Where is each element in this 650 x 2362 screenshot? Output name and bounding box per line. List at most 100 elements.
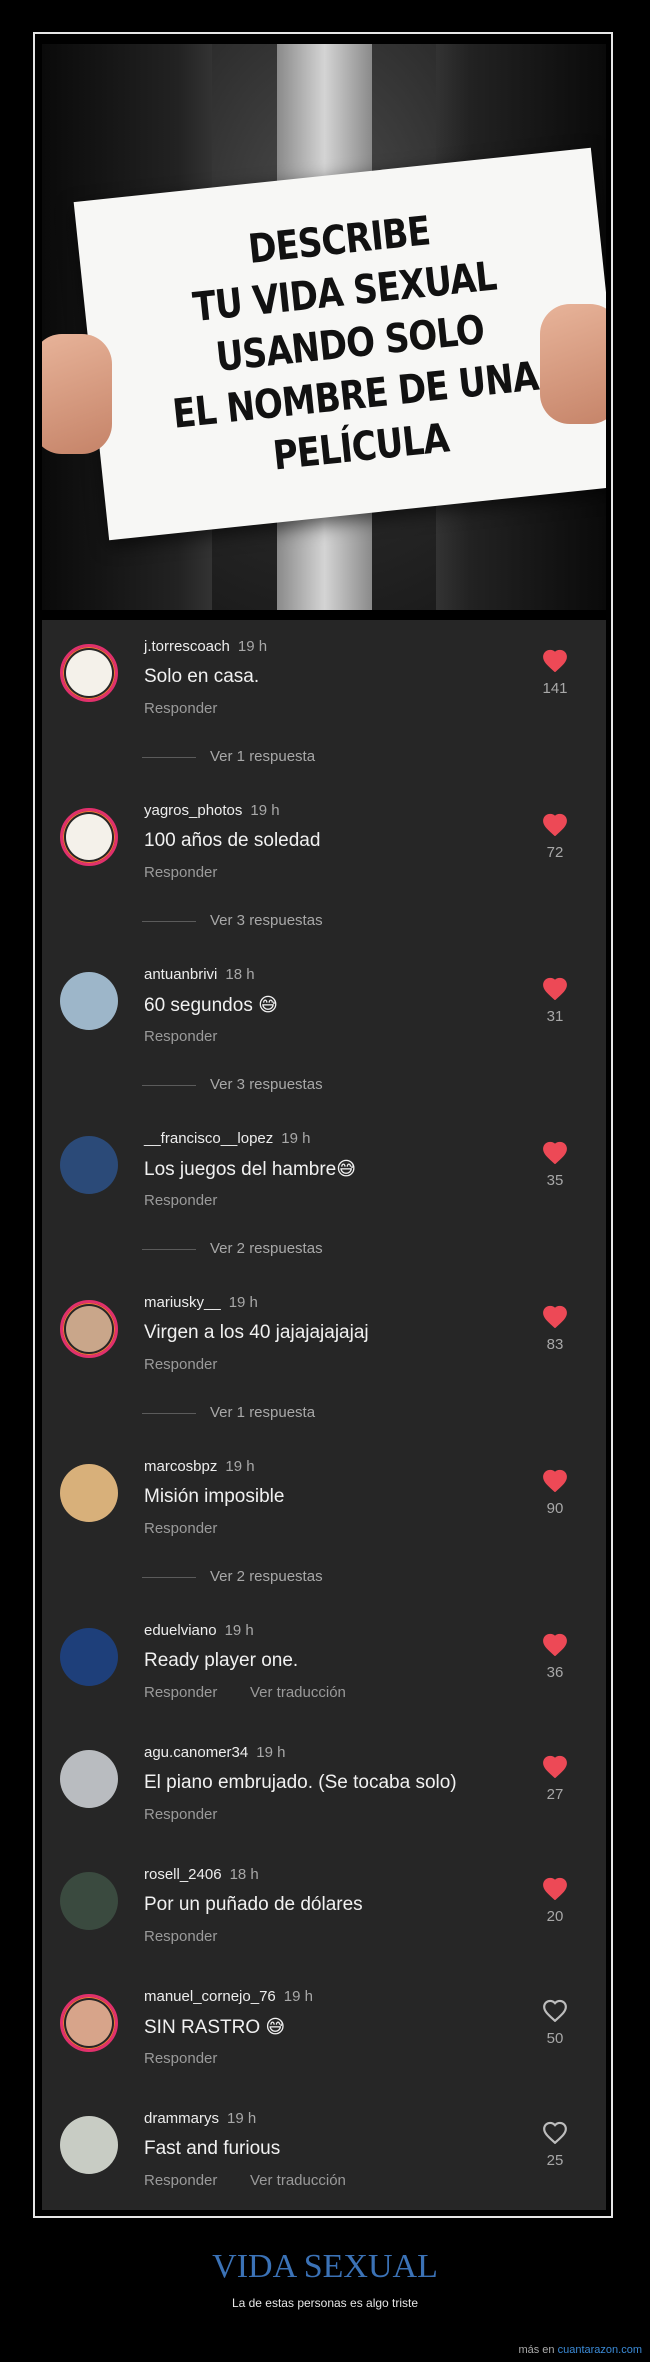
username[interactable]: yagros_photos (144, 802, 242, 819)
heart-outline-icon[interactable] (542, 1998, 568, 2022)
translate-link[interactable]: Ver traducción (250, 2172, 346, 2189)
translate-link[interactable]: Ver traducción (250, 1684, 346, 1701)
comment-item: manuel_cornejo_76 19 h SIN RASTRO 😅 Respo… (42, 1988, 606, 2098)
like-control[interactable]: 35 (530, 1140, 580, 1189)
comment-time: 19 h (225, 1458, 255, 1475)
view-replies[interactable]: Ver 1 respuesta (142, 748, 315, 765)
comment-text: Fast and furious (144, 2138, 281, 2159)
comment-time: 19 h (283, 1988, 313, 2005)
like-control[interactable]: 31 (530, 976, 580, 1025)
username[interactable]: drammarys (144, 2110, 219, 2127)
avatar[interactable] (60, 1300, 118, 1358)
view-replies[interactable]: Ver 2 respuestas (142, 1240, 323, 1257)
avatar[interactable] (60, 644, 118, 702)
view-replies-label[interactable]: Ver 2 respuestas (210, 1240, 323, 1257)
username[interactable]: mariusky__ (144, 1294, 221, 1311)
source-footer: más en cuantarazon.com (518, 2344, 642, 2356)
avatar-image (60, 972, 118, 1030)
comment-text: El piano embrujado. (Se tocaba solo) (144, 1772, 457, 1793)
avatar[interactable] (60, 1750, 118, 1808)
post-subtitle: La de estas personas es algo triste (231, 2296, 419, 2310)
reply-link[interactable]: Responder (144, 1806, 217, 1823)
comment-item: agu.canomer34 19 h El piano embrujado. (S… (42, 1744, 606, 1854)
source-prefix: más en (518, 2344, 555, 2356)
view-replies-label[interactable]: Ver 1 respuesta (210, 748, 315, 765)
view-replies[interactable]: Ver 3 respuestas (142, 1076, 323, 1093)
like-control[interactable]: 25 (530, 2120, 580, 2169)
like-control[interactable]: 20 (530, 1876, 580, 1925)
reply-link[interactable]: Responder (144, 1684, 217, 1701)
heart-filled-icon[interactable] (542, 1754, 568, 1778)
heart-filled-icon[interactable] (542, 1876, 568, 1900)
reply-link[interactable]: Responder (144, 2050, 217, 2067)
avatar[interactable] (60, 1136, 118, 1194)
comment-text: 60 segundos 😅 (144, 995, 278, 1016)
heart-filled-icon[interactable] (542, 648, 568, 672)
heart-filled-icon[interactable] (542, 1304, 568, 1328)
heart-filled-icon[interactable] (542, 976, 568, 1000)
view-replies-label[interactable]: Ver 3 respuestas (210, 1076, 323, 1093)
comment-text: Solo en casa. (144, 666, 260, 687)
username[interactable]: agu.canomer34 (144, 1744, 248, 1761)
like-count: 27 (546, 1786, 564, 1803)
avatar[interactable] (60, 1872, 118, 1930)
comment-text: Virgen a los 40 jajajajajajaj (144, 1322, 369, 1343)
reply-link[interactable]: Responder (144, 1192, 217, 1209)
replies-divider (142, 920, 196, 922)
post-title[interactable]: VIDA SEXUAL (0, 2248, 650, 2286)
source-link[interactable]: cuantarazon.com (558, 2344, 642, 2356)
like-control[interactable]: 141 (530, 648, 580, 697)
like-count: 83 (546, 1336, 564, 1353)
view-replies-label[interactable]: Ver 2 respuestas (210, 1568, 323, 1585)
like-control[interactable]: 50 (530, 1998, 580, 2047)
username[interactable]: manuel_cornejo_76 (144, 1988, 276, 2005)
heart-outline-icon[interactable] (542, 2120, 568, 2144)
comment-meta: eduelviano 19 h (144, 1622, 254, 1639)
avatar-image (60, 1136, 118, 1194)
reply-link[interactable]: Responder (144, 1356, 217, 1373)
reply-link[interactable]: Responder (144, 1028, 217, 1045)
reply-link[interactable]: Responder (144, 2172, 217, 2189)
view-replies[interactable]: Ver 2 respuestas (142, 1568, 323, 1585)
username[interactable]: antuanbrivi (144, 966, 217, 983)
username[interactable]: j.torrescoach (144, 638, 230, 655)
heart-filled-icon[interactable] (542, 1632, 568, 1656)
comment-time: 18 h (225, 966, 255, 983)
comment-meta: yagros_photos 19 h (144, 802, 280, 819)
avatar-image (60, 1872, 118, 1930)
heart-filled-icon[interactable] (542, 1140, 568, 1164)
like-count: 25 (546, 2152, 564, 2169)
avatar[interactable] (60, 2116, 118, 2174)
view-replies-label[interactable]: Ver 1 respuesta (210, 1404, 315, 1421)
avatar[interactable] (60, 972, 118, 1030)
username[interactable]: rosell_2406 (144, 1866, 222, 1883)
like-control[interactable]: 36 (530, 1632, 580, 1681)
avatar[interactable] (60, 1628, 118, 1686)
comment-time: 19 h (250, 802, 280, 819)
username[interactable]: marcosbpz (144, 1458, 217, 1475)
like-control[interactable]: 83 (530, 1304, 580, 1353)
comment-meta: marcosbpz 19 h (144, 1458, 255, 1475)
avatar[interactable] (60, 1994, 118, 2052)
like-control[interactable]: 27 (530, 1754, 580, 1803)
like-control[interactable]: 90 (530, 1468, 580, 1517)
reply-link[interactable]: Responder (144, 1928, 217, 1945)
comment-text: Ready player one. (144, 1650, 299, 1671)
view-replies[interactable]: Ver 1 respuesta (142, 1404, 315, 1421)
avatar[interactable] (60, 1464, 118, 1522)
username[interactable]: __francisco__lopez (144, 1130, 273, 1147)
reply-link[interactable]: Responder (144, 864, 217, 881)
comment-item: yagros_photos 19 h 100 años de soledad Re… (42, 802, 606, 929)
username[interactable]: eduelviano (144, 1622, 217, 1639)
heart-filled-icon[interactable] (542, 1468, 568, 1492)
like-count: 141 (542, 680, 568, 697)
view-replies-label[interactable]: Ver 3 respuestas (210, 912, 323, 929)
avatar[interactable] (60, 808, 118, 866)
like-control[interactable]: 72 (530, 812, 580, 861)
reply-link[interactable]: Responder (144, 700, 217, 717)
view-replies[interactable]: Ver 3 respuestas (142, 912, 323, 929)
replies-divider (142, 1576, 196, 1578)
reply-link[interactable]: Responder (144, 1520, 217, 1537)
replies-divider (142, 756, 196, 758)
heart-filled-icon[interactable] (542, 812, 568, 836)
